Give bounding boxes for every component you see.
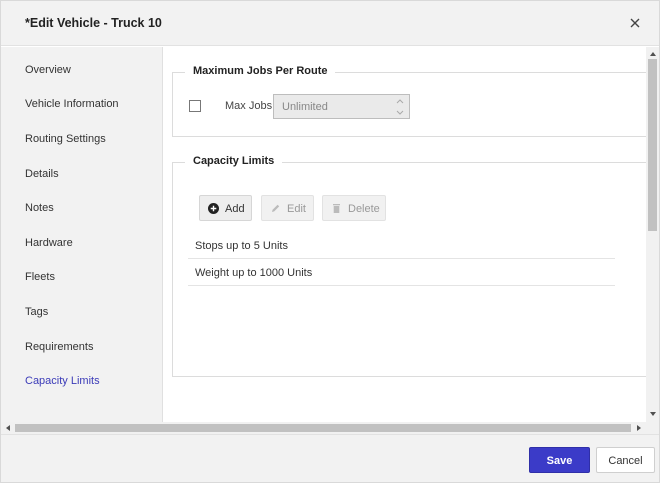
content-panel: Maximum Jobs Per Route Max Jobs: Unlimit… [164, 47, 646, 422]
sidebar-item-details[interactable]: Details [25, 168, 59, 180]
horizontal-scroll-thumb[interactable] [15, 424, 631, 432]
edit-button[interactable]: Edit [261, 195, 314, 221]
sidebar-item-capacity-limits[interactable]: Capacity Limits [25, 375, 100, 387]
cancel-button-label: Cancel [608, 455, 643, 467]
sidebar-item-overview[interactable]: Overview [25, 64, 71, 76]
capacity-limits-legend: Capacity Limits [185, 155, 283, 167]
table-row[interactable]: Stops up to 5 Units [188, 232, 615, 259]
sidebar-item-notes[interactable]: Notes [25, 202, 54, 214]
scroll-up-icon[interactable] [648, 49, 658, 59]
dialog-titlebar: *Edit Vehicle - Truck 10 [1, 1, 659, 46]
save-button[interactable]: Save [529, 447, 590, 473]
sidebar-item-vehicle-information[interactable]: Vehicle Information [25, 98, 119, 110]
plus-circle-icon [208, 203, 219, 214]
capacity-limit-cell: Stops up to 5 Units [195, 240, 288, 252]
edit-button-label: Edit [287, 203, 306, 215]
horizontal-scrollbar[interactable] [1, 422, 659, 434]
delete-button[interactable]: Delete [322, 195, 386, 221]
max-jobs-legend: Maximum Jobs Per Route [185, 65, 336, 77]
sidebar-nav: Overview Vehicle Information Routing Set… [1, 47, 163, 422]
trash-icon [333, 204, 340, 213]
sidebar-item-hardware[interactable]: Hardware [25, 237, 73, 249]
vertical-scroll-thumb[interactable] [648, 59, 657, 231]
max-jobs-label: Max Jobs: [225, 100, 276, 112]
add-button-label: Add [225, 203, 245, 215]
sidebar-item-tags[interactable]: Tags [25, 306, 48, 318]
add-button[interactable]: Add [199, 195, 252, 221]
dialog-title: *Edit Vehicle - Truck 10 [25, 16, 162, 30]
sidebar-item-fleets[interactable]: Fleets [25, 271, 55, 283]
capacity-limit-cell: Weight up to 1000 Units [195, 267, 313, 279]
edit-vehicle-dialog: *Edit Vehicle - Truck 10 Overview Vehicl… [0, 0, 660, 483]
close-icon[interactable] [625, 13, 645, 33]
max-jobs-value: Unlimited [282, 101, 328, 113]
max-jobs-spinner[interactable]: Unlimited [273, 94, 410, 119]
table-row[interactable]: Weight up to 1000 Units [188, 259, 615, 286]
sidebar-item-routing-settings[interactable]: Routing Settings [25, 133, 106, 145]
vertical-scrollbar[interactable] [646, 47, 659, 422]
pencil-icon [272, 204, 280, 212]
dialog-footer: Save Cancel [1, 434, 659, 482]
scroll-left-icon[interactable] [3, 423, 13, 433]
scroll-down-icon[interactable] [648, 409, 658, 419]
delete-button-label: Delete [348, 203, 380, 215]
max-jobs-checkbox[interactable] [189, 100, 201, 112]
save-button-label: Save [546, 455, 573, 467]
scroll-right-icon[interactable] [634, 423, 644, 433]
sidebar-item-requirements[interactable]: Requirements [25, 341, 93, 353]
cancel-button[interactable]: Cancel [596, 447, 655, 473]
spinner-arrows-icon[interactable] [395, 97, 405, 117]
